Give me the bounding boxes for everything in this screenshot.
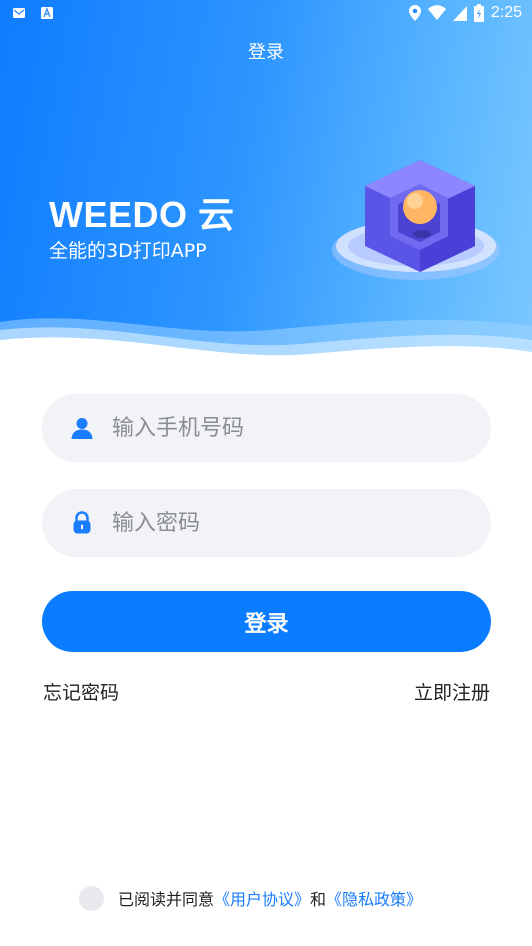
status-bar: 2:25 [0, 0, 532, 30]
a-app-icon [41, 7, 53, 19]
login-button[interactable]: 登录 [42, 591, 491, 652]
brand-tagline: 全能的3D打印APP [49, 240, 207, 262]
battery-icon [473, 4, 484, 22]
forgot-password-link[interactable]: 忘记密码 [43, 678, 119, 705]
signal-icon [452, 6, 467, 21]
wave-decoration [0, 318, 532, 360]
password-field[interactable] [42, 489, 491, 557]
status-time: 2:25 [490, 4, 522, 21]
wifi-icon [427, 5, 446, 20]
privacy-policy-link[interactable]: 《隐私政策》 [326, 886, 422, 910]
location-icon [408, 5, 421, 21]
phone-field[interactable] [42, 394, 491, 462]
register-link[interactable]: 立即注册 [414, 678, 490, 705]
cube-illustration [332, 160, 500, 280]
phone-input[interactable] [112, 408, 472, 448]
user-agreement-link[interactable]: 《用户协议》 [214, 886, 310, 910]
page-title: 登录 [248, 42, 284, 63]
lock-icon [73, 511, 91, 534]
agreement-row: 已阅读并同意 《用户协议》 和 《隐私政策》 [79, 884, 422, 912]
agreement-connector: 和 [310, 890, 327, 909]
mail-icon [13, 8, 25, 18]
brand-title: WEEDO 云 [49, 194, 235, 235]
agreement-prefix: 已阅读并同意 [118, 890, 215, 909]
password-input[interactable] [112, 503, 472, 543]
agreement-checkbox[interactable] [79, 885, 104, 911]
user-icon [71, 418, 93, 439]
